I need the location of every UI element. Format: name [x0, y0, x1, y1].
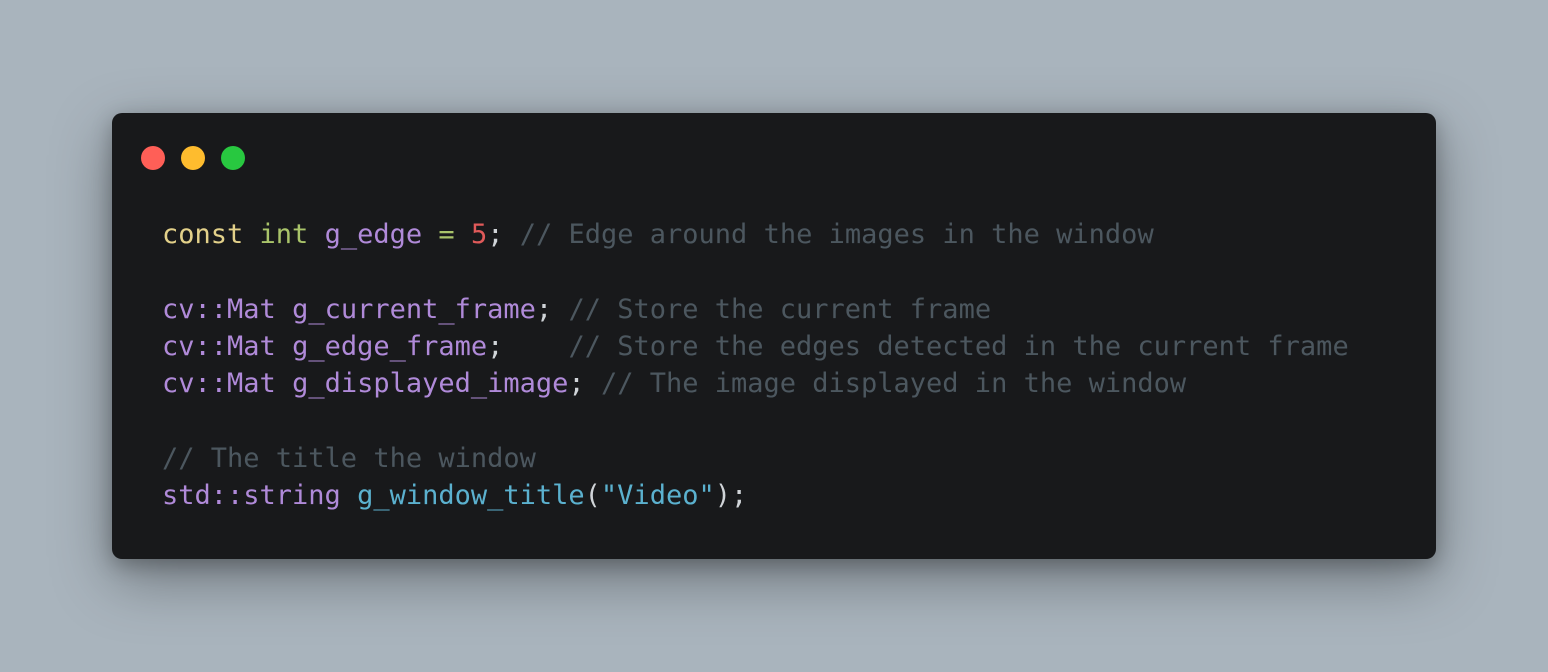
- open-paren: (: [584, 480, 601, 512]
- code-line: cv::Mat g_edge_frame; // Store the edges…: [162, 328, 1349, 365]
- comment: // Store the edges detected in the curre…: [568, 330, 1349, 362]
- code-line: cv::Mat g_current_frame; // Store the cu…: [162, 291, 1349, 328]
- close-button[interactable]: [141, 146, 165, 170]
- semicolon: ;: [487, 330, 504, 362]
- comment: // The image displayed in the window: [600, 368, 1187, 400]
- keyword: const: [162, 219, 244, 250]
- code-window: const int g_edge = 5; // Edge around the…: [112, 113, 1436, 559]
- code-line: // The title the window: [162, 440, 1349, 477]
- string-literal: "Video": [600, 480, 715, 512]
- semicolon: ;: [535, 293, 553, 325]
- code-line: const int g_edge = 5; // Edge around the…: [162, 216, 1349, 253]
- comment: // The title the window: [162, 442, 536, 474]
- type-name: cv::Mat: [162, 330, 276, 362]
- semicolon: ;: [487, 219, 504, 250]
- variable-name: g_current_frame: [292, 293, 536, 325]
- function-name: g_window_title: [357, 480, 585, 512]
- type-name: cv::Mat: [162, 368, 276, 400]
- code-block: const int g_edge = 5; // Edge around the…: [162, 216, 1349, 514]
- comment: // Store the current frame: [568, 293, 992, 325]
- close-paren: );: [714, 480, 748, 512]
- variable-name: g_displayed_image: [292, 368, 569, 400]
- semicolon: ;: [568, 368, 585, 400]
- type-name: int: [259, 219, 309, 250]
- type-name: std::string: [162, 480, 341, 512]
- code-line: cv::Mat g_displayed_image; // The image …: [162, 365, 1349, 402]
- minimize-button[interactable]: [181, 146, 205, 170]
- window-controls: [141, 146, 245, 170]
- number-literal: 5: [470, 219, 488, 250]
- variable-name: g_edge: [324, 219, 423, 250]
- code-line: std::string g_window_title("Video");: [162, 477, 1349, 514]
- type-name: cv::Mat: [162, 293, 276, 325]
- operator: =: [438, 219, 455, 250]
- comment: // Edge around the images in the window: [519, 219, 1154, 250]
- variable-name: g_edge_frame: [292, 330, 488, 362]
- zoom-button[interactable]: [221, 146, 245, 170]
